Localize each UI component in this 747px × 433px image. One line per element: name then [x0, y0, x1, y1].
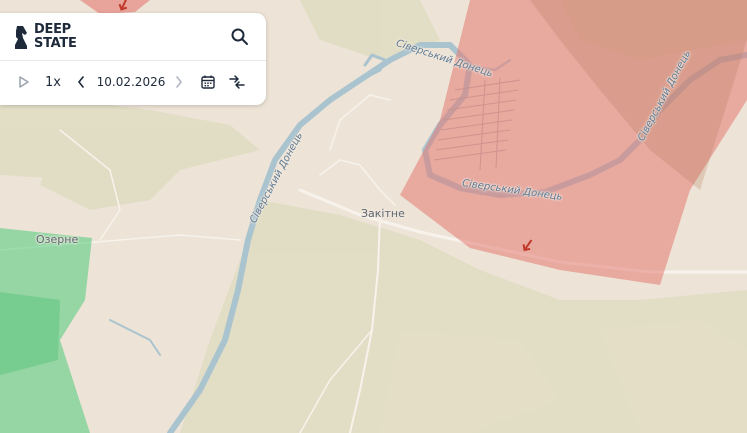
panel-divider [0, 60, 266, 61]
search-button[interactable] [229, 26, 251, 48]
brand-logo[interactable]: DEEP STATE [13, 21, 94, 53]
chevron-left-icon [77, 76, 84, 88]
speed-button[interactable]: 1x [42, 72, 64, 92]
calendar-button[interactable] [198, 72, 218, 92]
previous-date-button[interactable] [74, 72, 88, 92]
place-label-ozerne: Озерне [36, 233, 79, 246]
compare-arrows-icon [229, 75, 245, 89]
next-date-button[interactable] [172, 72, 186, 92]
play-icon [19, 76, 29, 88]
date-display: 10.02.2026 [96, 75, 166, 89]
brand-name: DEEP STATE [34, 23, 94, 51]
brand-line2: STATE [34, 36, 77, 51]
knight-logo-icon [15, 26, 27, 49]
place-label-zakitne: Закітне [361, 207, 405, 220]
play-button[interactable] [15, 72, 33, 92]
search-icon [231, 28, 248, 45]
chevron-right-icon [176, 76, 183, 88]
control-panel: DEEP STATE 1x 10.02.2026 [0, 13, 266, 105]
calendar-icon [201, 75, 215, 89]
brand-line1: DEEP [34, 22, 71, 37]
compare-button[interactable] [226, 72, 248, 92]
